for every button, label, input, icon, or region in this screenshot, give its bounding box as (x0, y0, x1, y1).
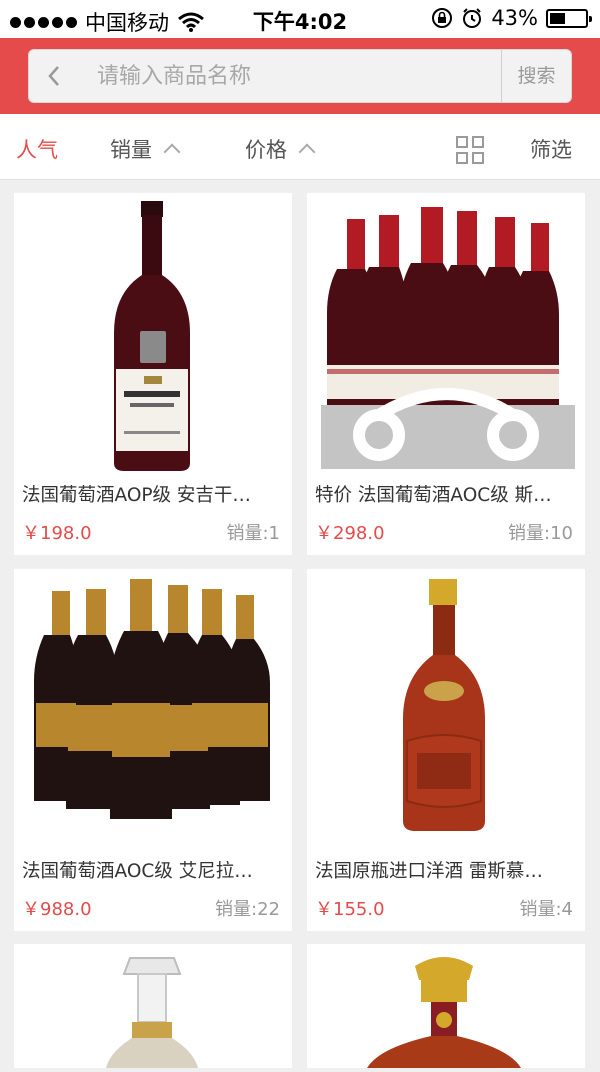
product-image (307, 944, 585, 1068)
product-sales: 销量:22 (215, 899, 280, 920)
product-sales: 销量:4 (519, 899, 573, 920)
product-image (14, 569, 292, 854)
sort-popularity-label: 人气 (16, 138, 58, 162)
rotation-lock-icon (432, 8, 453, 28)
sort-sales-tab[interactable]: 销量 (110, 134, 181, 164)
product-card[interactable]: 法国葡萄酒AOP级 安吉干… ￥198.0 销量:1 (14, 193, 292, 555)
product-title: 法国葡萄酒AOP级 安吉干… (22, 485, 251, 506)
product-image (14, 944, 292, 1068)
product-card[interactable] (307, 944, 585, 1068)
product-price: ￥198.0 (22, 523, 92, 544)
search-button[interactable]: 搜索 (501, 50, 571, 102)
status-bar: 中国移动 下午4:02 43% (0, 0, 600, 38)
sort-sales-label: 销量 (110, 138, 152, 162)
product-price: ￥988.0 (22, 899, 92, 920)
filter-button[interactable]: 筛选 (530, 134, 572, 164)
chevron-up-icon (298, 143, 316, 161)
sort-price-label: 价格 (245, 138, 287, 162)
product-image (307, 193, 585, 478)
back-button[interactable] (39, 60, 71, 92)
product-sales: 销量:10 (508, 523, 573, 544)
status-right-group: 43% (431, 6, 592, 30)
product-price: ￥155.0 (315, 899, 385, 920)
grid-view-icon[interactable] (456, 136, 484, 164)
search-input[interactable] (97, 50, 497, 102)
product-image (14, 193, 292, 478)
search-header: 搜索 (0, 38, 600, 114)
filter-label: 筛选 (530, 138, 572, 162)
product-image (307, 569, 585, 854)
chevron-up-icon (163, 143, 181, 161)
product-sales: 销量:1 (226, 523, 280, 544)
product-card[interactable]: 特价 法国葡萄酒AOC级 斯… ￥298.0 销量:10 (307, 193, 585, 555)
chevron-left-icon (48, 66, 59, 86)
battery-icon (546, 8, 592, 28)
sort-price-tab[interactable]: 价格 (245, 134, 316, 164)
product-title: 法国葡萄酒AOC级 艾尼拉… (22, 861, 253, 882)
product-card[interactable]: 法国原瓶进口洋酒 雷斯慕… ￥155.0 销量:4 (307, 569, 585, 931)
product-title: 特价 法国葡萄酒AOC级 斯… (315, 485, 552, 506)
sort-popularity-tab[interactable]: 人气 (16, 134, 58, 164)
product-card[interactable]: 法国葡萄酒AOC级 艾尼拉… ￥988.0 销量:22 (14, 569, 292, 931)
product-card[interactable] (14, 944, 292, 1068)
search-box: 搜索 (28, 49, 572, 103)
battery-fill (550, 12, 565, 24)
product-price: ￥298.0 (315, 523, 385, 544)
product-title: 法国原瓶进口洋酒 雷斯慕… (315, 861, 543, 882)
battery-percent: 43% (491, 6, 538, 30)
sort-bar: 人气 销量 价格 筛选 (0, 114, 600, 180)
alarm-icon (463, 8, 482, 28)
